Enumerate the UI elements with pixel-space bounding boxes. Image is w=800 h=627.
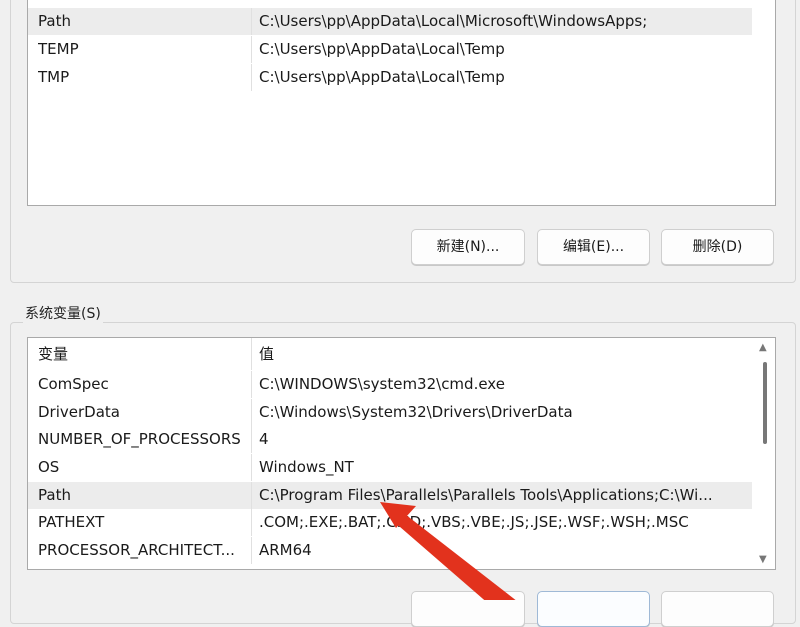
column-header-value[interactable]: 值: [259, 338, 739, 370]
column-separator: [251, 371, 252, 398]
system-var-value: 4: [259, 430, 269, 448]
scroll-down-arrow-icon[interactable]: ▼: [759, 554, 767, 565]
user-var-row-tmp[interactable]: TMP C:\Users\pp\AppData\Local\Temp: [28, 64, 752, 91]
system-var-row-path[interactable]: Path C:\Program Files\Parallels\Parallel…: [28, 482, 752, 509]
system-var-row-os[interactable]: OS Windows_NT: [28, 454, 752, 481]
user-delete-button[interactable]: 删除(D): [661, 229, 774, 265]
system-var-row-processor-architecture[interactable]: PROCESSOR_ARCHITECT... ARM64: [28, 537, 752, 564]
scrollbar-thumb[interactable]: [763, 362, 767, 444]
system-var-row-pathext[interactable]: PATHEXT .COM;.EXE;.BAT;.CMD;.VBS;.VBE;.J…: [28, 509, 752, 536]
system-var-name: NUMBER_OF_PROCESSORS: [38, 430, 241, 448]
system-var-value: .COM;.EXE;.BAT;.CMD;.VBS;.VBE;.JS;.JSE;.…: [259, 513, 689, 531]
user-var-name: TEMP: [38, 40, 79, 58]
user-var-row-temp[interactable]: TEMP C:\Users\pp\AppData\Local\Temp: [28, 36, 752, 63]
column-separator: [251, 64, 252, 91]
system-var-value: Windows_NT: [259, 458, 354, 476]
system-var-value: C:\Program Files\Parallels\Parallels Too…: [259, 486, 713, 504]
system-delete-button[interactable]: [661, 591, 774, 627]
system-var-name: DriverData: [38, 403, 120, 421]
column-separator: [251, 426, 252, 453]
system-var-row-comspec[interactable]: ComSpec C:\WINDOWS\system32\cmd.exe: [28, 371, 752, 398]
system-var-name: OS: [38, 458, 60, 476]
system-var-name: ComSpec: [38, 375, 109, 393]
column-separator: [251, 8, 252, 35]
system-var-row-driverdata[interactable]: DriverData C:\Windows\System32\Drivers\D…: [28, 399, 752, 426]
system-variables-list[interactable]: 变量 值 ComSpec C:\WINDOWS\system32\cmd.exe…: [27, 337, 776, 570]
vertical-scrollbar[interactable]: ▲ ▼: [755, 338, 775, 569]
column-separator: [251, 482, 252, 509]
system-var-name: PROCESSOR_ARCHITECT...: [38, 541, 235, 559]
user-var-name: TMP: [38, 68, 70, 86]
system-new-button[interactable]: [411, 591, 525, 627]
column-separator: [251, 509, 252, 536]
system-edit-button[interactable]: [537, 591, 650, 627]
column-separator: [251, 36, 252, 63]
system-var-row-number-of-processors[interactable]: NUMBER_OF_PROCESSORS 4: [28, 426, 752, 453]
user-var-value: C:\Users\pp\AppData\Local\Temp: [259, 68, 505, 86]
user-variables-list[interactable]: Path C:\Users\pp\AppData\Local\Microsoft…: [27, 0, 776, 206]
user-edit-button[interactable]: 编辑(E)...: [537, 229, 650, 265]
list-header: 变量 值: [28, 338, 754, 370]
column-separator[interactable]: [251, 338, 252, 370]
user-var-value: C:\Users\pp\AppData\Local\Temp: [259, 40, 505, 58]
column-separator: [251, 399, 252, 426]
user-var-value: C:\Users\pp\AppData\Local\Microsoft\Wind…: [259, 12, 648, 30]
system-variables-title: 系统变量(S): [23, 303, 103, 323]
scroll-up-arrow-icon[interactable]: ▲: [759, 342, 767, 353]
user-var-row-path[interactable]: Path C:\Users\pp\AppData\Local\Microsoft…: [28, 8, 752, 35]
system-var-name: PATHEXT: [38, 513, 105, 531]
user-var-name: Path: [38, 12, 71, 30]
system-var-value: C:\WINDOWS\system32\cmd.exe: [259, 375, 505, 393]
system-var-value: ARM64: [259, 541, 312, 559]
column-header-variable[interactable]: 变量: [38, 338, 258, 370]
user-new-button[interactable]: 新建(N)...: [411, 229, 525, 265]
column-separator: [251, 537, 252, 564]
column-separator: [251, 454, 252, 481]
system-var-value: C:\Windows\System32\Drivers\DriverData: [259, 403, 573, 421]
system-var-name: Path: [38, 486, 71, 504]
